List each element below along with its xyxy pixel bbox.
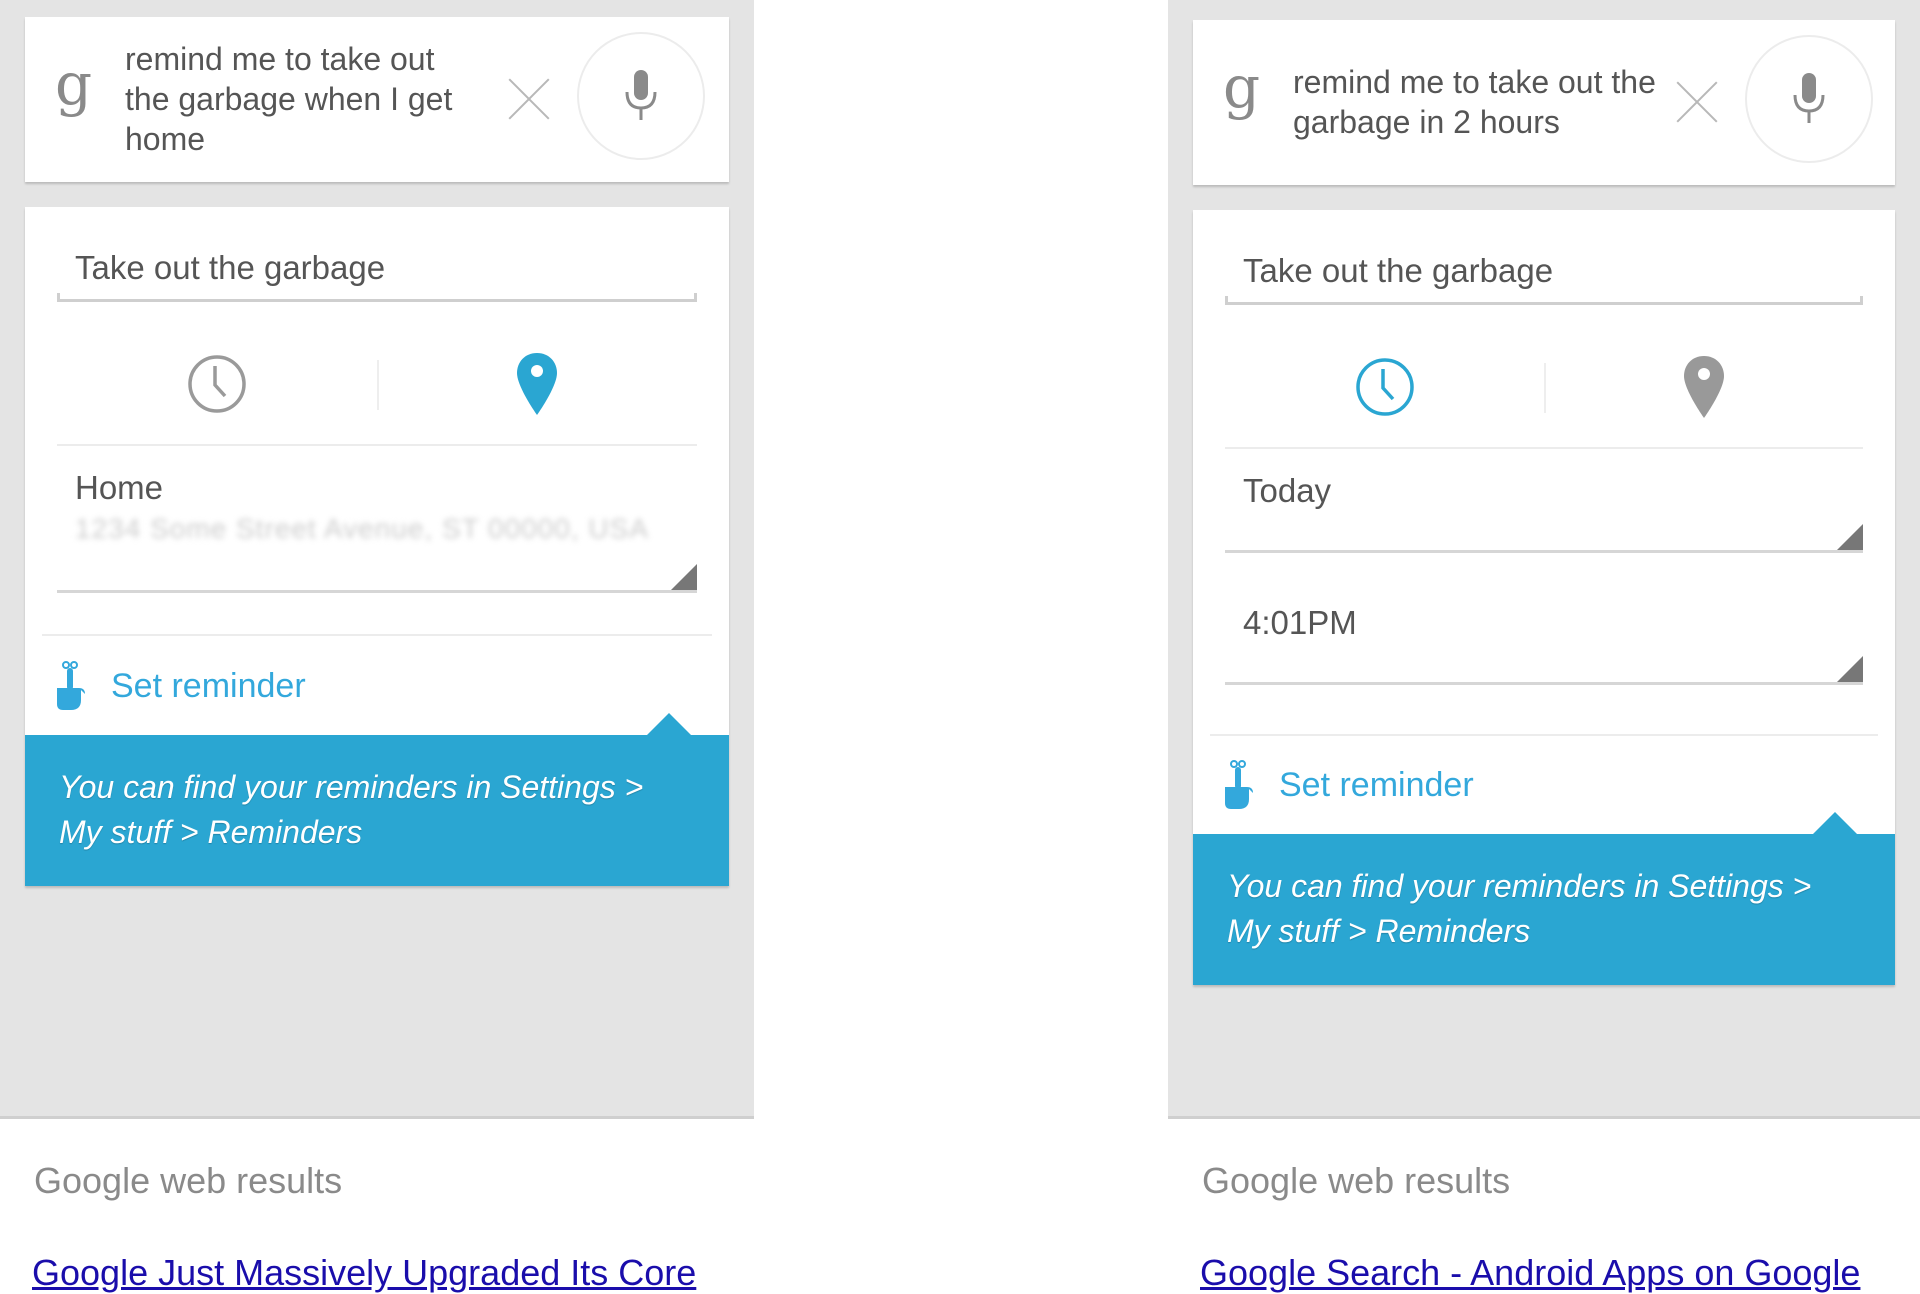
search-bar[interactable]: g remind me to take out the garbage when… [25, 17, 729, 182]
tab-time[interactable] [57, 324, 377, 444]
close-icon[interactable] [507, 77, 551, 121]
clock-icon [188, 355, 246, 413]
finger-string-icon [57, 661, 85, 710]
reminder-mode-tabs [1225, 327, 1863, 449]
location-address: 1234 Some Street Avenue, ST 00000, USA [75, 513, 649, 544]
finger-string-icon [1225, 760, 1253, 809]
date-dropdown[interactable]: Today [1225, 450, 1863, 553]
tip-banner: You can find your reminders in Settings … [1193, 812, 1895, 985]
close-icon[interactable] [1675, 80, 1719, 124]
search-result-link[interactable]: Google Search - Android Apps on Google [1200, 1252, 1860, 1294]
set-reminder-button[interactable]: Set reminder [1221, 755, 1474, 815]
tip-text: You can find your reminders in Settings … [59, 769, 644, 850]
reminder-card: Take out the garbage Today 4:01PM Set re… [1193, 210, 1895, 985]
reminder-mode-tabs [57, 324, 697, 446]
reminder-title-field[interactable]: Take out the garbage [57, 239, 697, 302]
google-logo-icon: g [1223, 53, 1261, 121]
search-query[interactable]: remind me to take out the garbage when I… [125, 39, 485, 159]
location-pin-icon [1683, 356, 1724, 418]
set-reminder-button[interactable]: Set reminder [53, 656, 306, 716]
tip-text: You can find your reminders in Settings … [1227, 868, 1812, 949]
reminder-card: Take out the garbage Home 1234 Some Stre… [25, 207, 729, 886]
reminder-title: Take out the garbage [75, 249, 386, 286]
search-query[interactable]: remind me to take out the garbage in 2 h… [1293, 62, 1673, 142]
web-results-header: Google web results [34, 1160, 343, 1201]
location-pin-icon [517, 353, 557, 415]
tab-location[interactable] [1544, 327, 1863, 447]
tab-time[interactable] [1225, 327, 1544, 447]
divider [1210, 734, 1878, 736]
reminder-title-field[interactable]: Take out the garbage [1225, 242, 1863, 305]
clock-icon [1355, 358, 1414, 416]
dropdown-corner-icon [1837, 524, 1863, 550]
mic-button[interactable] [1745, 35, 1873, 163]
time-dropdown[interactable]: 4:01PM [1225, 582, 1863, 685]
web-results-header: Google web results [1202, 1160, 1511, 1201]
date-value: Today [1243, 472, 1332, 509]
microphone-icon [1793, 73, 1825, 123]
divider [42, 634, 712, 636]
set-reminder-label: Set reminder [1279, 765, 1474, 804]
location-field[interactable]: Home 1234 Some Street Avenue, ST 00000, … [57, 447, 697, 593]
tab-location[interactable] [377, 324, 697, 444]
search-bar[interactable]: g remind me to take out the garbage in 2… [1193, 20, 1895, 185]
search-result-link[interactable]: Google Just Massively Upgraded Its Core [32, 1252, 696, 1294]
tip-banner: You can find your reminders in Settings … [25, 713, 729, 886]
left-screen: g remind me to take out the garbage when… [0, 0, 754, 1119]
microphone-icon [625, 70, 657, 120]
reminder-title: Take out the garbage [1243, 252, 1554, 289]
google-logo-icon: g [55, 50, 93, 118]
right-screen: g remind me to take out the garbage in 2… [1168, 0, 1920, 1119]
time-value: 4:01PM [1243, 604, 1357, 641]
dropdown-corner-icon [671, 564, 697, 590]
dropdown-corner-icon [1837, 656, 1863, 682]
mic-button[interactable] [577, 32, 705, 160]
location-label: Home [75, 469, 164, 506]
set-reminder-label: Set reminder [111, 666, 306, 705]
